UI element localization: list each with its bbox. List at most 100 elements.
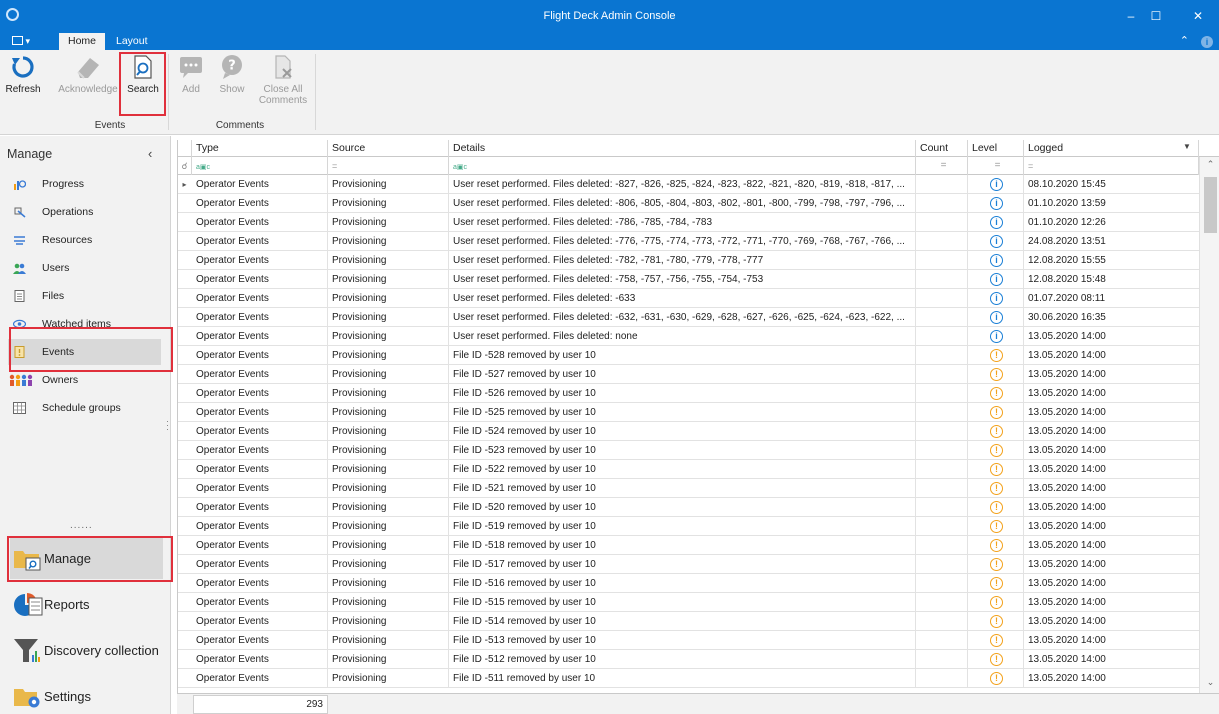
column-header-details[interactable]: Details [449,140,916,157]
table-row[interactable]: Operator Events Provisioning User reset pe… [178,213,1199,232]
close-all-comments-button[interactable]: Close All Comments [257,54,309,116]
table-row[interactable]: Operator Events Provisioning File ID -525 … [178,403,1199,422]
column-header-count[interactable]: Count [916,140,968,157]
acknowledge-button[interactable]: Acknowledge [58,54,118,116]
app-menu-button[interactable]: ▾ [12,36,34,47]
table-row[interactable]: Operator Events Provisioning User reset pe… [178,194,1199,213]
nav-pane-splitter[interactable]: ...... [70,520,93,531]
table-row[interactable]: Operator Events Provisioning File ID -521 … [178,479,1199,498]
cell-type: Operator Events [192,213,328,232]
table-row[interactable]: Operator Events Provisioning User reset pe… [178,270,1199,289]
table-row[interactable]: Operator Events Provisioning User reset pe… [178,251,1199,270]
table-row[interactable]: ▸ Operator Events Provisioning User reset p… [178,175,1199,194]
scrollbar-thumb[interactable] [1204,177,1217,233]
cell-type: Operator Events [192,365,328,384]
cell-logged: 01.10.2020 13:59 [1028,198,1106,209]
table-row[interactable]: Operator Events Provisioning User reset pe… [178,308,1199,327]
cell-level: ! [968,422,1024,441]
collapse-ribbon-icon[interactable]: ⌃ [1180,34,1189,47]
filter-source[interactable]: = [328,157,449,175]
column-header-source[interactable]: Source [328,140,449,157]
cell-count [916,517,968,536]
filter-count[interactable]: = [916,157,968,175]
table-row[interactable]: Operator Events Provisioning File ID -522 … [178,460,1199,479]
table-row[interactable]: Operator Events Provisioning File ID -514 … [178,612,1199,631]
filter-details[interactable]: a▣c [449,157,916,175]
row-indicator [178,308,191,327]
refresh-button[interactable]: Refresh [2,54,44,116]
sidebar-item-users[interactable]: Users [8,255,161,281]
filter-type[interactable]: a▣c [192,157,328,175]
warning-icon: ! [990,558,1003,571]
navigation-sidebar: Manage ‹ Progress Operations Resources U… [0,136,171,714]
column-chooser-icon[interactable]: ▼ [1183,142,1191,151]
sidebar-item-schedule-groups[interactable]: Schedule groups [8,395,161,421]
table-row[interactable]: Operator Events Provisioning File ID -520 … [178,498,1199,517]
sidebar-header: Manage [7,147,53,161]
table-row[interactable]: Operator Events Provisioning File ID -511 … [178,669,1199,688]
table-row[interactable]: Operator Events Provisioning File ID -527 … [178,365,1199,384]
nav-discovery-collection[interactable]: Discovery collection [10,630,163,671]
cell-details: File ID -522 removed by user 10 [449,460,916,479]
filter-logged[interactable]: = [1024,157,1199,175]
table-row[interactable]: Operator Events Provisioning User reset pe… [178,289,1199,308]
nav-reports[interactable]: Reports [10,584,163,625]
table-row[interactable]: Operator Events Provisioning File ID -513 … [178,631,1199,650]
minimize-button[interactable]: – [1121,6,1141,26]
column-header-type[interactable]: Type [192,140,328,157]
cell-source: Provisioning [328,612,449,631]
column-header-logged[interactable]: Logged [1024,140,1199,157]
cell-source: Provisioning [328,346,449,365]
vertical-scrollbar[interactable]: ⌃ ⌄ [1199,157,1219,693]
cell-type: Operator Events [192,536,328,555]
cell-count [916,365,968,384]
collapse-sidebar-icon[interactable]: ‹ [148,146,152,161]
info-icon[interactable]: i [1201,36,1213,48]
scroll-down-icon[interactable]: ⌄ [1204,677,1217,688]
nav-settings[interactable]: Settings [10,676,163,714]
cell-details: File ID -514 removed by user 10 [449,612,916,631]
table-row[interactable]: Operator Events Provisioning File ID -517 … [178,555,1199,574]
sidebar-item-label: Files [42,290,65,302]
nav-reports-label: Reports [44,597,90,612]
row-indicator [178,327,191,346]
sidebar-item-operations[interactable]: Operations [8,199,161,225]
table-row[interactable]: Operator Events Provisioning User reset pe… [178,327,1199,346]
row-indicator [178,536,191,555]
show-comment-button[interactable]: ? Show [216,54,248,116]
sidebar-item-files[interactable]: Files [8,283,161,309]
table-row[interactable]: Operator Events Provisioning File ID -516 … [178,574,1199,593]
cell-type: Operator Events [192,175,328,194]
warning-icon: ! [990,501,1003,514]
maximize-button[interactable]: ☐ [1146,6,1166,26]
splitter-handle[interactable]: · · · [166,417,169,434]
cell-type: Operator Events [192,631,328,650]
table-row[interactable]: Operator Events Provisioning File ID -524 … [178,422,1199,441]
table-row[interactable]: Operator Events Provisioning File ID -523 … [178,441,1199,460]
filter-level[interactable]: = [968,157,1024,175]
info-icon: i [990,235,1003,248]
sidebar-item-resources[interactable]: Resources [8,227,161,253]
cell-type: Operator Events [192,251,328,270]
tab-home[interactable]: Home [59,33,106,50]
table-row[interactable]: Operator Events Provisioning User reset pe… [178,232,1199,251]
add-comment-button[interactable]: Add [176,54,206,116]
tab-layout[interactable]: Layout [107,33,157,50]
table-row[interactable]: Operator Events Provisioning File ID -528 … [178,346,1199,365]
table-row[interactable]: Operator Events Provisioning File ID -518 … [178,536,1199,555]
column-header-level[interactable]: Level [968,140,1024,157]
close-button[interactable]: ✕ [1188,6,1208,26]
cell-logged: 01.10.2020 12:26 [1028,217,1106,228]
cell-source: Provisioning [328,327,449,346]
table-row[interactable]: Operator Events Provisioning File ID -515 … [178,593,1199,612]
cell-level: i [968,289,1024,308]
table-row[interactable]: Operator Events Provisioning File ID -512 … [178,650,1199,669]
cell-details: File ID -527 removed by user 10 [449,365,916,384]
filter-row: ☌ a▣c = a▣c = = = [178,157,1219,175]
sidebar-item-progress[interactable]: Progress [8,171,161,197]
cell-logged: 13.05.2020 14:00 [1028,369,1106,380]
cell-source: Provisioning [328,593,449,612]
table-row[interactable]: Operator Events Provisioning File ID -519 … [178,517,1199,536]
table-row[interactable]: Operator Events Provisioning File ID -526 … [178,384,1199,403]
scroll-up-icon[interactable]: ⌃ [1204,159,1217,170]
